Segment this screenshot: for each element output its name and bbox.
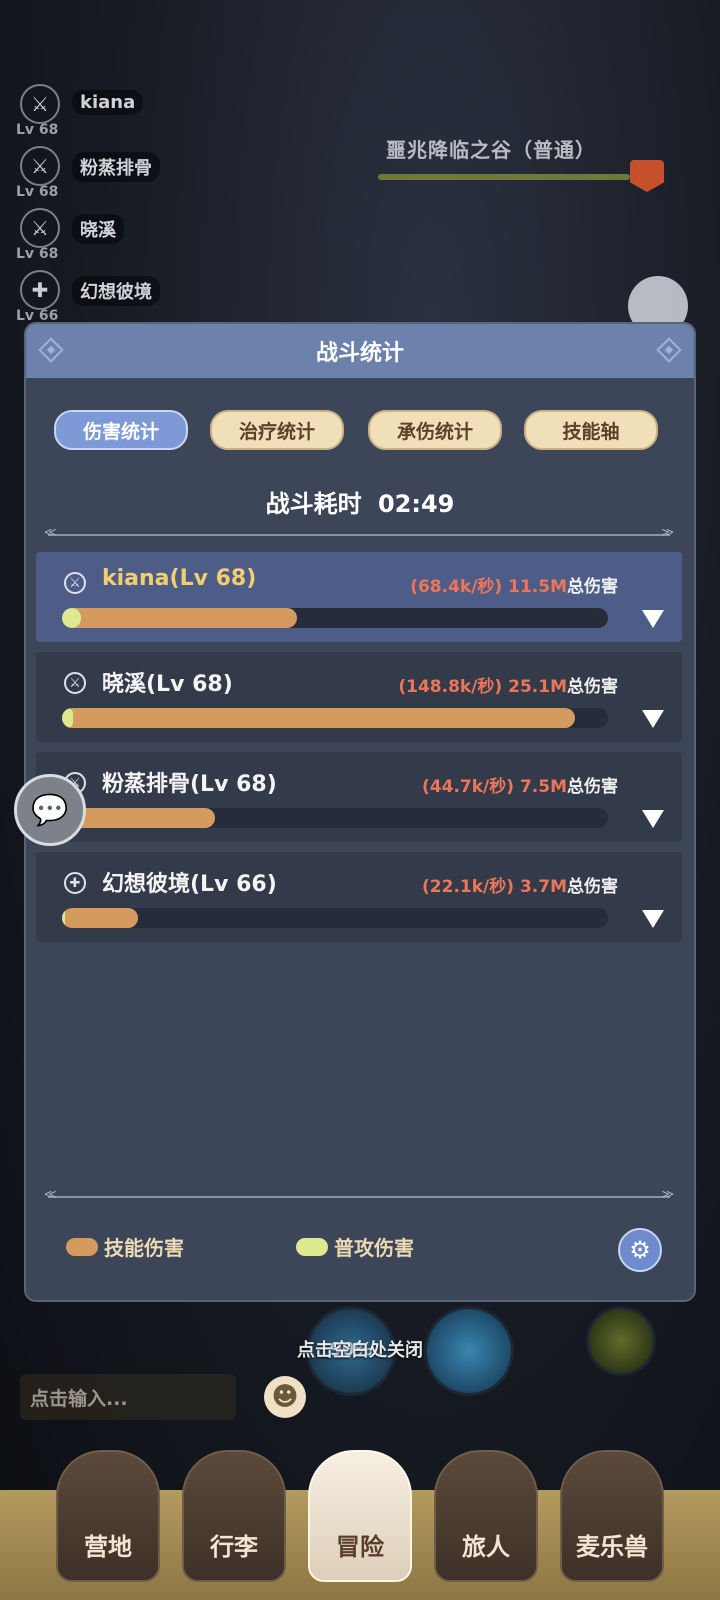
normal-damage-fill [62, 608, 82, 628]
dps-value: (148.8k/秒) [398, 677, 503, 697]
party-member-name: 粉蒸排骨 [72, 152, 160, 182]
legend-swatch [66, 1237, 98, 1256]
dps-value: (44.7k/秒) [422, 777, 515, 797]
stage-title: 噩兆降临之谷（普通） [386, 138, 596, 162]
diamond-ornament-icon [656, 337, 682, 363]
damage-bar [62, 608, 608, 628]
party-member-name: kiana [72, 90, 144, 115]
total-damage-value: 25.1M [508, 677, 567, 697]
expand-arrow-icon[interactable] [642, 610, 664, 628]
gear-icon: ⚙ [629, 1236, 651, 1264]
duration-value: 02:49 [377, 490, 455, 518]
party-member[interactable]: ⚔ Lv 68 粉蒸排骨 [14, 146, 194, 208]
expand-arrow-icon[interactable] [642, 910, 664, 928]
player-name: kiana(Lv 68) [102, 566, 257, 591]
boss-badge-icon [630, 160, 664, 192]
skill-damage-fill [62, 908, 139, 928]
damage-row[interactable]: ⚔ kiana(Lv 68) (68.4k/秒) 11.5M总伤害 [36, 552, 682, 642]
player-name: 粉蒸排骨(Lv 68) [102, 772, 277, 797]
crossed-swords-icon: ⚔ [64, 572, 86, 594]
total-damage-label: 总伤害 [567, 577, 618, 597]
legend-normal-damage: 普攻伤害 [296, 1232, 414, 1261]
normal-damage-fill [62, 908, 66, 928]
cross-shield-icon: ✚ [20, 270, 60, 310]
damage-stats: (68.4k/秒) 11.5M总伤害 [410, 572, 618, 597]
party-member[interactable]: ⚔ Lv 68 kiana [14, 84, 194, 146]
stats-tabs: 伤害统计 治疗统计 承伤统计 技能轴 [54, 410, 666, 450]
cross-shield-icon: ✚ [64, 872, 86, 894]
chat-input[interactable]: 点击输入... [20, 1374, 236, 1420]
settings-button[interactable]: ⚙ [618, 1228, 662, 1272]
party-member-name: 晓溪 [72, 214, 124, 244]
nav-luggage[interactable]: 行李 [182, 1450, 286, 1582]
party-member[interactable]: ✚ Lv 66 幻想彼境 [14, 270, 194, 332]
nav-travelers[interactable]: 旅人 [434, 1450, 538, 1582]
damage-row[interactable]: ✚ 幻想彼境(Lv 66) (22.1k/秒) 3.7M总伤害 [36, 852, 682, 942]
nav-pets[interactable]: 麦乐兽 [560, 1450, 664, 1582]
stage-progress-bar [378, 174, 630, 180]
party-member-level: Lv 68 [16, 184, 59, 200]
chat-bubble-icon: 💬 [31, 792, 69, 828]
dialog-title: 战斗统计 [315, 341, 404, 366]
party-member[interactable]: ⚔ Lv 68 晓溪 [14, 208, 194, 270]
total-damage-value: 7.5M [519, 777, 567, 797]
party-list: ⚔ Lv 68 kiana ⚔ Lv 68 粉蒸排骨 ⚔ Lv 68 晓溪 ✚ … [14, 84, 194, 332]
crossed-swords-icon: ⚔ [20, 146, 60, 186]
total-damage-value: 3.7M [519, 877, 567, 897]
total-damage-label: 总伤害 [567, 877, 618, 897]
tab-healing[interactable]: 治疗统计 [210, 410, 344, 450]
damage-bar [62, 908, 608, 928]
skill-damage-fill [62, 708, 576, 728]
divider [44, 1187, 674, 1201]
skill-damage-fill [62, 608, 297, 628]
party-member-level: Lv 68 [16, 246, 59, 262]
battle-duration: 战斗耗时 02:49 [26, 484, 694, 519]
close-hint: 点击空白处关闭 [297, 1340, 423, 1361]
legend-swatch [296, 1237, 328, 1256]
crossed-swords-icon: ⚔ [64, 672, 86, 694]
diamond-ornament-icon [38, 337, 64, 363]
nav-adventure[interactable]: 冒险 [308, 1450, 412, 1582]
damage-stats: (22.1k/秒) 3.7M总伤害 [422, 872, 618, 897]
battle-stats-dialog: 战斗统计 伤害统计 治疗统计 承伤统计 技能轴 战斗耗时 02:49 ⚔ kia… [26, 324, 694, 1300]
party-member-name: 幻想彼境 [72, 276, 160, 306]
player-name: 晓溪(Lv 68) [102, 672, 233, 697]
total-damage-label: 总伤害 [567, 677, 618, 697]
dialog-header: 战斗统计 [26, 324, 694, 378]
tab-damage-taken[interactable]: 承伤统计 [368, 410, 502, 450]
crossed-swords-icon: ⚔ [20, 84, 60, 124]
player-name: 幻想彼境(Lv 66) [102, 872, 277, 897]
normal-damage-fill [62, 708, 73, 728]
legend-skill-damage: 技能伤害 [66, 1232, 184, 1261]
damage-stats: (44.7k/秒) 7.5M总伤害 [422, 772, 618, 797]
emoji-button[interactable]: ☻ [264, 1376, 306, 1418]
legend-label: 技能伤害 [104, 1236, 184, 1260]
tab-damage[interactable]: 伤害统计 [54, 410, 188, 450]
damage-row[interactable]: ⚔ 粉蒸排骨(Lv 68) (44.7k/秒) 7.5M总伤害 [36, 752, 682, 842]
total-damage-value: 11.5M [508, 577, 567, 597]
smile-icon: ☻ [271, 1382, 299, 1412]
damage-bar [62, 808, 608, 828]
nav-camp[interactable]: 营地 [56, 1450, 160, 1582]
chat-float-button[interactable]: 💬 [14, 774, 86, 846]
damage-bar [62, 708, 608, 728]
legend-label: 普攻伤害 [334, 1236, 414, 1260]
party-member-level: Lv 68 [16, 122, 59, 138]
damage-stats: (148.8k/秒) 25.1M总伤害 [398, 672, 618, 697]
duration-label: 战斗耗时 [265, 490, 362, 518]
dps-value: (22.1k/秒) [422, 877, 515, 897]
dps-value: (68.4k/秒) [410, 577, 503, 597]
crossed-swords-icon: ⚔ [20, 208, 60, 248]
tab-skill-timeline[interactable]: 技能轴 [524, 410, 658, 450]
divider [44, 525, 674, 539]
total-damage-label: 总伤害 [567, 777, 618, 797]
damage-row[interactable]: ⚔ 晓溪(Lv 68) (148.8k/秒) 25.1M总伤害 [36, 652, 682, 742]
party-member-level: Lv 66 [16, 308, 59, 324]
expand-arrow-icon[interactable] [642, 710, 664, 728]
expand-arrow-icon[interactable] [642, 810, 664, 828]
